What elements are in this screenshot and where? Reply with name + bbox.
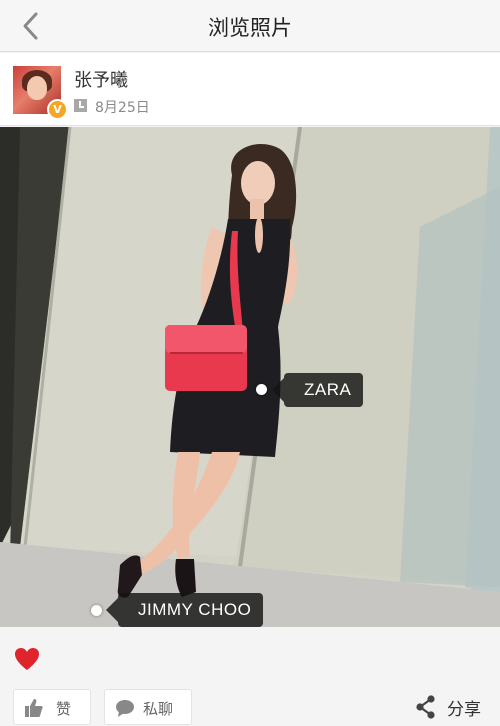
thumbs-up-icon (25, 699, 43, 717)
author-name[interactable]: 张予曦 (74, 66, 128, 92)
product-tag-jimmy-choo[interactable]: JIMMY CHOO (105, 593, 264, 627)
verified-badge: V (47, 99, 68, 120)
chat-bubble-icon (116, 700, 134, 717)
page-title: 浏览照片 (208, 16, 292, 40)
post-author-bar: V 张予曦 8月25日 (0, 53, 500, 126)
tag-dot-jimmy-choo (91, 605, 102, 616)
heart-icon[interactable] (14, 647, 40, 671)
photo-image (0, 127, 500, 627)
share-label: 分享 (447, 700, 481, 720)
like-label: 赞 (56, 700, 72, 718)
private-message-button[interactable]: 私聊 (104, 689, 192, 725)
like-button[interactable]: 赞 (13, 689, 91, 725)
post-date: 8月25日 (95, 100, 150, 116)
clock-icon (74, 99, 87, 112)
share-icon (416, 695, 435, 719)
product-tag-zara[interactable]: ZARA (271, 373, 364, 407)
post-photo[interactable]: ZARA JIMMY CHOO (0, 127, 500, 627)
tag-dot-zara (256, 384, 267, 395)
private-message-label: 私聊 (143, 700, 174, 718)
share-button[interactable]: 分享 (413, 689, 493, 725)
nav-bar: 浏览照片 (0, 0, 500, 52)
